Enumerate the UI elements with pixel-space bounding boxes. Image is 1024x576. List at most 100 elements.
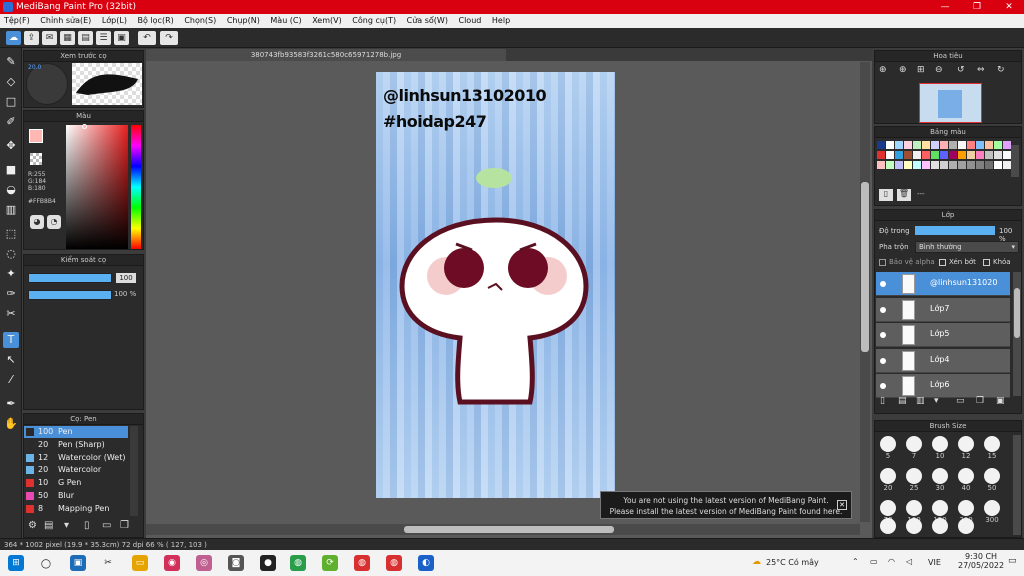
explorer-icon[interactable]: ▭ [132, 555, 148, 571]
eraser-tool-icon[interactable]: ◇ [3, 74, 19, 90]
blend-mode-select[interactable]: Bình thường ▾ [915, 241, 1019, 253]
layer-row[interactable]: Lớp4 [876, 348, 1010, 373]
palette-swatch[interactable] [904, 151, 912, 159]
palette-swatch[interactable] [949, 141, 957, 149]
store-icon[interactable]: ▣ [70, 555, 86, 571]
menu-filter[interactable]: Bộ lọc(R) [134, 14, 178, 28]
palette-swatch[interactable] [913, 161, 921, 169]
document-tab[interactable]: 380743fb93583f3261c580c65971278b.jpg [146, 49, 506, 61]
palette-swatch[interactable] [913, 151, 921, 159]
layer-scroll-thumb[interactable] [1014, 288, 1020, 338]
palette-swatch[interactable] [922, 141, 930, 149]
brush-item[interactable]: 12 Watercolor (Wet) [24, 452, 128, 464]
camera-icon[interactable]: ◙ [228, 555, 244, 571]
new-halftone-layer-icon[interactable]: ▤ [898, 396, 907, 406]
weather-text[interactable]: 25°C Có mây [766, 558, 819, 567]
palette-swatch[interactable] [958, 151, 966, 159]
app-icon-1[interactable]: ◉ [164, 555, 180, 571]
chrome-icon-2[interactable]: ◍ [354, 555, 370, 571]
duplicate-layer-icon[interactable]: ❐ [976, 396, 984, 406]
rect-tool-icon[interactable]: □ [3, 94, 19, 110]
palette-swatch[interactable] [895, 151, 903, 159]
visibility-icon[interactable] [880, 357, 886, 364]
notice-close-icon[interactable]: ✕ [837, 500, 847, 510]
layer-row[interactable]: Lớp5 [876, 323, 1010, 347]
layer-row[interactable]: Lớp6 [876, 374, 1010, 398]
app-icon-3[interactable]: ⟳ [322, 555, 338, 571]
select-tool-icon[interactable]: ⬚ [3, 226, 19, 242]
palette-swatch[interactable] [1003, 141, 1011, 149]
size-slider[interactable] [28, 273, 112, 283]
palette-swatch[interactable] [922, 151, 930, 159]
tray-chevron-icon[interactable]: ⌃ [852, 557, 859, 566]
brush-size-option[interactable]: 20 [876, 468, 900, 492]
start-icon[interactable]: ⊞ [8, 555, 24, 571]
share-icon[interactable]: ⇪ [24, 31, 39, 45]
brush-size-option[interactable]: 25 [902, 468, 926, 492]
select-eraser-icon[interactable]: ✂ [3, 306, 19, 322]
list-icon[interactable]: ☰ [96, 31, 111, 45]
palette-icon[interactable]: ◕ [30, 215, 44, 229]
palette-swatch[interactable] [958, 141, 966, 149]
brush-settings-icon[interactable]: ⚙ [28, 520, 37, 531]
fill-rect-icon[interactable]: ■ [3, 162, 19, 178]
menu-help[interactable]: Help [488, 14, 514, 28]
palette-swatch[interactable] [886, 161, 894, 169]
brush-size-option[interactable]: 5 [876, 436, 900, 460]
zoom-in-2-icon[interactable]: ⊕ [899, 65, 907, 75]
picker-cursor[interactable] [82, 124, 87, 129]
brush-menu-icon[interactable]: ▾ [64, 520, 69, 531]
palette-swatch[interactable] [976, 141, 984, 149]
protect-alpha-checkbox[interactable] [879, 259, 886, 266]
palette-swatch[interactable] [877, 161, 885, 169]
palette-swatch[interactable] [931, 141, 939, 149]
pen-tool-icon[interactable]: ✐ [3, 114, 19, 130]
volume-icon[interactable]: ◁ [906, 557, 912, 566]
palette-swatch[interactable] [931, 161, 939, 169]
brush-item[interactable]: 10 G Pen [24, 477, 128, 489]
menu-color[interactable]: Màu (C) [266, 14, 305, 28]
visibility-icon[interactable] [880, 383, 886, 389]
update-notice[interactable]: You are not using the latest version of … [600, 491, 852, 519]
bucket-tool-icon[interactable]: ◒ [3, 182, 19, 198]
minimize-button[interactable]: — [930, 0, 960, 14]
brush-size-scrollbar[interactable] [1013, 435, 1021, 535]
palette-swatch[interactable] [940, 141, 948, 149]
canvas-vertical-scrollbar[interactable] [860, 62, 870, 522]
artboard[interactable]: @linhsun13102010 #hoidap247 [376, 72, 615, 498]
brush-copy-icon[interactable]: ❐ [120, 520, 129, 531]
palette-swatch[interactable] [940, 161, 948, 169]
saturation-value-picker[interactable] [66, 125, 128, 249]
menu-window[interactable]: Cửa sổ(W) [403, 14, 452, 28]
visibility-icon[interactable] [880, 332, 886, 338]
rotate-left-icon[interactable]: ↺ [957, 65, 965, 75]
menu-edit[interactable]: Chỉnh sửa(E) [36, 14, 95, 28]
brush-size-option[interactable]: 10 [928, 436, 952, 460]
palette-swatch[interactable] [976, 161, 984, 169]
color-history-icon[interactable]: ◔ [47, 215, 61, 229]
maximize-button[interactable]: ❐ [962, 0, 992, 14]
palette-swatch[interactable] [922, 161, 930, 169]
medibang-icon[interactable]: ◐ [418, 555, 434, 571]
palette-swatch[interactable] [877, 151, 885, 159]
palette-swatch[interactable] [994, 161, 1002, 169]
layer-scrollbar[interactable] [1013, 272, 1021, 396]
palette-swatches[interactable] [877, 141, 1011, 177]
move-tool-icon[interactable]: ✥ [3, 138, 19, 154]
palette-swatch[interactable] [895, 161, 903, 169]
brush-size-option[interactable]: 40 [954, 468, 978, 492]
menu-layer[interactable]: Lớp(L) [98, 14, 131, 28]
panel-icon[interactable]: ▣ [114, 31, 129, 45]
transparent-color[interactable] [30, 153, 42, 165]
brush-size-option[interactable]: 7 [902, 436, 926, 460]
rotate-right-icon[interactable]: ↻ [997, 65, 1005, 75]
layer-opacity-slider[interactable] [915, 226, 995, 235]
brush-item[interactable]: 20 Watercolor [24, 464, 128, 476]
palette-swatch[interactable] [877, 141, 885, 149]
fit-icon[interactable]: ⊞ [917, 65, 925, 75]
flip-icon[interactable]: ⇔ [977, 65, 985, 75]
palette-swatch[interactable] [949, 161, 957, 169]
palette-swatch[interactable] [931, 151, 939, 159]
menu-view[interactable]: Xem(V) [308, 14, 346, 28]
eyedropper-icon[interactable]: ⁄ [3, 372, 19, 388]
